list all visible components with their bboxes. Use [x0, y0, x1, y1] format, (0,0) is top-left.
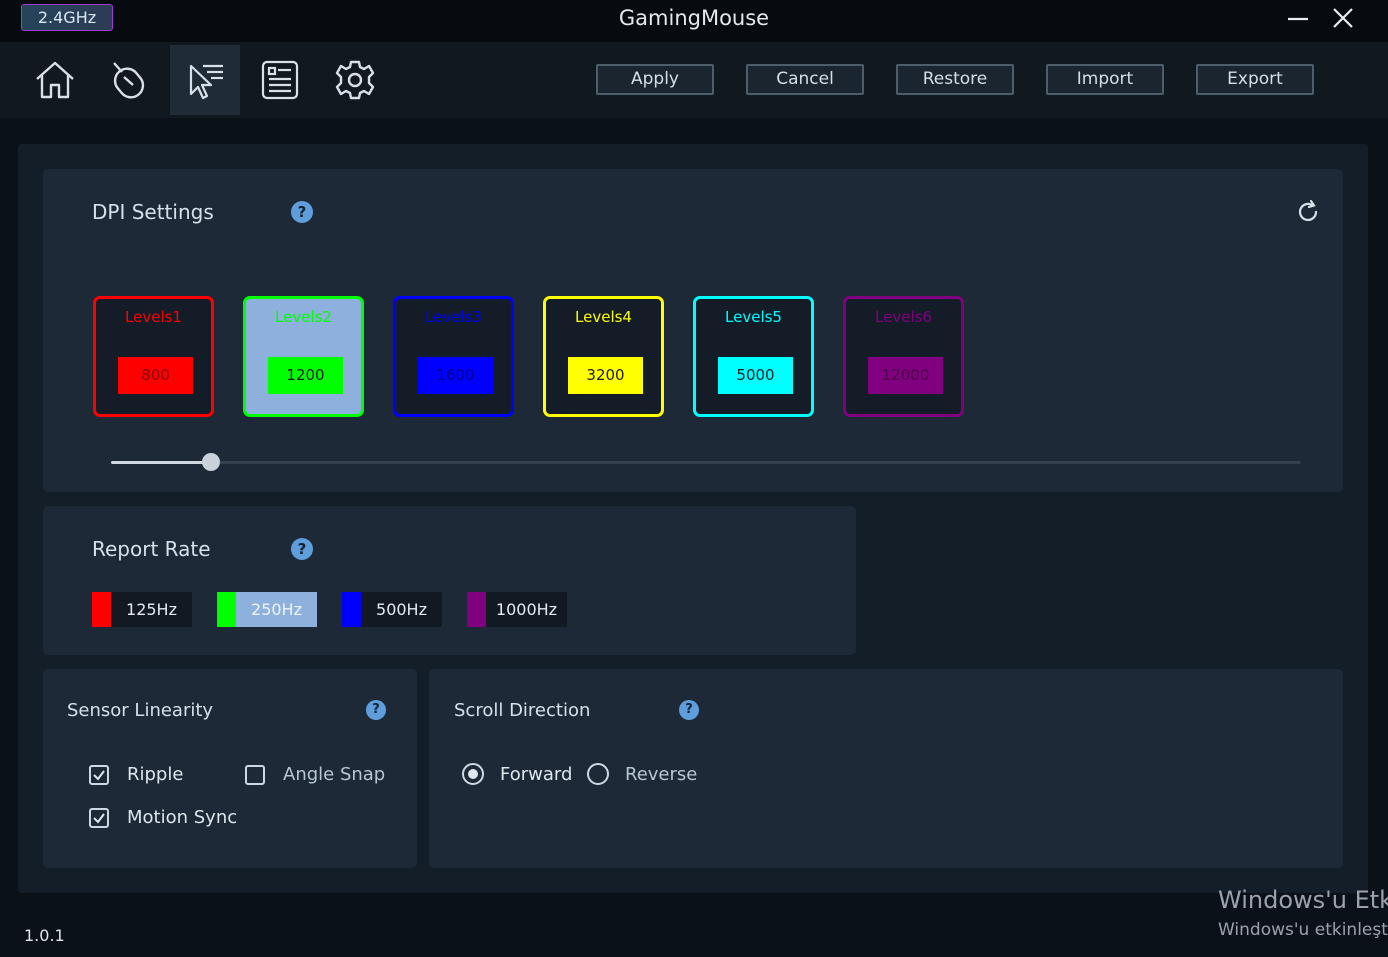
- dpi-slider-thumb[interactable]: [201, 453, 220, 471]
- rate-label: 125Hz: [126, 600, 177, 619]
- version-label: 1.0.1: [24, 926, 65, 945]
- nav-macro[interactable]: [245, 45, 315, 115]
- reverse-label: Reverse: [625, 763, 698, 785]
- rate-label: 250Hz: [251, 600, 302, 619]
- rate-color-swatch: [342, 592, 361, 627]
- nav-settings[interactable]: [320, 45, 390, 115]
- refresh-icon[interactable]: [1295, 199, 1321, 225]
- cancel-button[interactable]: Cancel: [746, 64, 864, 95]
- import-button[interactable]: Import: [1046, 64, 1164, 95]
- dpi-level-value[interactable]: 12000: [868, 357, 943, 394]
- dpi-level-2[interactable]: Levels2 1200: [243, 296, 364, 417]
- activation-watermark-title: Windows'u Etki: [1218, 886, 1388, 914]
- report-rate-option-250hz[interactable]: 250Hz: [217, 592, 317, 627]
- app-title: GamingMouse: [618, 6, 770, 30]
- motion-sync-label: Motion Sync: [127, 807, 238, 828]
- main-panel: DPI Settings ? Levels1 800 Levels2 1200 Leve…: [18, 144, 1368, 893]
- mouse-icon: [113, 62, 145, 99]
- rate-color-swatch: [217, 592, 236, 627]
- dpi-slider-fill: [111, 461, 211, 464]
- dpi-level-3[interactable]: Levels3 1600: [393, 296, 514, 417]
- gear-icon: [335, 60, 375, 100]
- dpi-level-4[interactable]: Levels4 3200: [543, 296, 664, 417]
- report-rate-option-125hz[interactable]: 125Hz: [92, 592, 192, 627]
- close-icon: [1333, 8, 1353, 28]
- ripple-label: Ripple: [127, 764, 184, 785]
- minimize-icon: [1288, 17, 1308, 21]
- rate-label: 1000Hz: [495, 600, 558, 619]
- dpi-level-value[interactable]: 1200: [268, 357, 343, 394]
- restore-button[interactable]: Restore: [896, 64, 1014, 95]
- dpi-level-value[interactable]: 3200: [568, 357, 643, 394]
- sensor-help-icon[interactable]: ?: [366, 700, 386, 720]
- checkmark-icon: [93, 812, 105, 824]
- reverse-radio[interactable]: Reverse: [587, 763, 697, 785]
- report-rate-option-1000hz[interactable]: 1000Hz: [467, 592, 567, 627]
- forward-radio[interactable]: Forward: [462, 763, 572, 785]
- pointer-list-icon: [189, 64, 223, 100]
- export-button[interactable]: Export: [1196, 64, 1314, 95]
- motion-sync-checkbox[interactable]: Motion Sync: [89, 807, 237, 828]
- forward-radio-button[interactable]: [462, 763, 484, 785]
- close-button[interactable]: [1327, 4, 1359, 34]
- report-rate-title: Report Rate: [92, 537, 211, 561]
- home-icon: [36, 61, 74, 99]
- rate-color-swatch: [467, 592, 486, 627]
- report-rate-card: Report Rate ? 125Hz 250Hz 500Hz 1000Hz: [43, 506, 856, 655]
- nav-home[interactable]: [20, 45, 90, 115]
- motion-sync-check-box[interactable]: [89, 807, 109, 828]
- reverse-radio-button[interactable]: [587, 763, 609, 785]
- scroll-direction-title: Scroll Direction: [454, 700, 591, 721]
- sensor-linearity-card: Sensor Linearity ? Ripple Angle Snap Mot…: [43, 669, 417, 868]
- dpi-level-label: Levels1: [125, 308, 182, 326]
- angle-snap-check-box[interactable]: [245, 764, 265, 785]
- dpi-level-5[interactable]: Levels5 5000: [693, 296, 814, 417]
- macro-list-icon: [261, 60, 299, 100]
- dpi-level-value[interactable]: 1600: [418, 357, 493, 394]
- apply-button[interactable]: Apply: [596, 64, 714, 95]
- activation-watermark-subtitle: Windows'u etkinleştir: [1218, 920, 1388, 940]
- ripple-check-box[interactable]: [89, 764, 109, 785]
- dpi-settings-title: DPI Settings: [92, 200, 214, 224]
- toolbar: Apply Cancel Restore Import Export: [0, 42, 1388, 118]
- radio-dot: [468, 769, 478, 779]
- report-rate-help-icon[interactable]: ?: [291, 538, 313, 560]
- nav-performance[interactable]: [170, 45, 240, 115]
- dpi-help-icon[interactable]: ?: [291, 201, 313, 223]
- dpi-level-label: Levels6: [875, 308, 932, 326]
- scroll-help-icon[interactable]: ?: [679, 700, 699, 720]
- dpi-level-label: Levels4: [575, 308, 632, 326]
- dpi-level-value[interactable]: 800: [118, 357, 193, 394]
- dpi-level-label: Levels2: [275, 308, 332, 326]
- rate-label: 500Hz: [376, 600, 427, 619]
- dpi-level-6[interactable]: Levels6 12000: [843, 296, 964, 417]
- report-rate-option-500hz[interactable]: 500Hz: [342, 592, 442, 627]
- dpi-level-value[interactable]: 5000: [718, 357, 793, 394]
- rate-color-swatch: [92, 592, 111, 627]
- dpi-level-1[interactable]: Levels1 800: [93, 296, 214, 417]
- dpi-settings-card: DPI Settings ? Levels1 800 Levels2 1200 Leve…: [43, 169, 1343, 492]
- scroll-direction-card: Scroll Direction ? Forward Reverse: [429, 669, 1343, 868]
- sensor-linearity-title: Sensor Linearity: [67, 700, 214, 721]
- nav-mouse[interactable]: [95, 45, 165, 115]
- ripple-checkbox[interactable]: Ripple: [89, 764, 183, 785]
- dpi-level-label: Levels3: [425, 308, 482, 326]
- forward-label: Forward: [500, 763, 573, 785]
- dpi-level-label: Levels5: [725, 308, 782, 326]
- angle-snap-checkbox[interactable]: Angle Snap: [245, 764, 385, 785]
- minimize-button[interactable]: [1282, 4, 1314, 34]
- dpi-slider-track[interactable]: [111, 453, 1301, 471]
- checkmark-icon: [93, 769, 105, 781]
- title-bar: 2.4GHz GamingMouse: [0, 0, 1388, 42]
- angle-snap-label: Angle Snap: [283, 764, 386, 785]
